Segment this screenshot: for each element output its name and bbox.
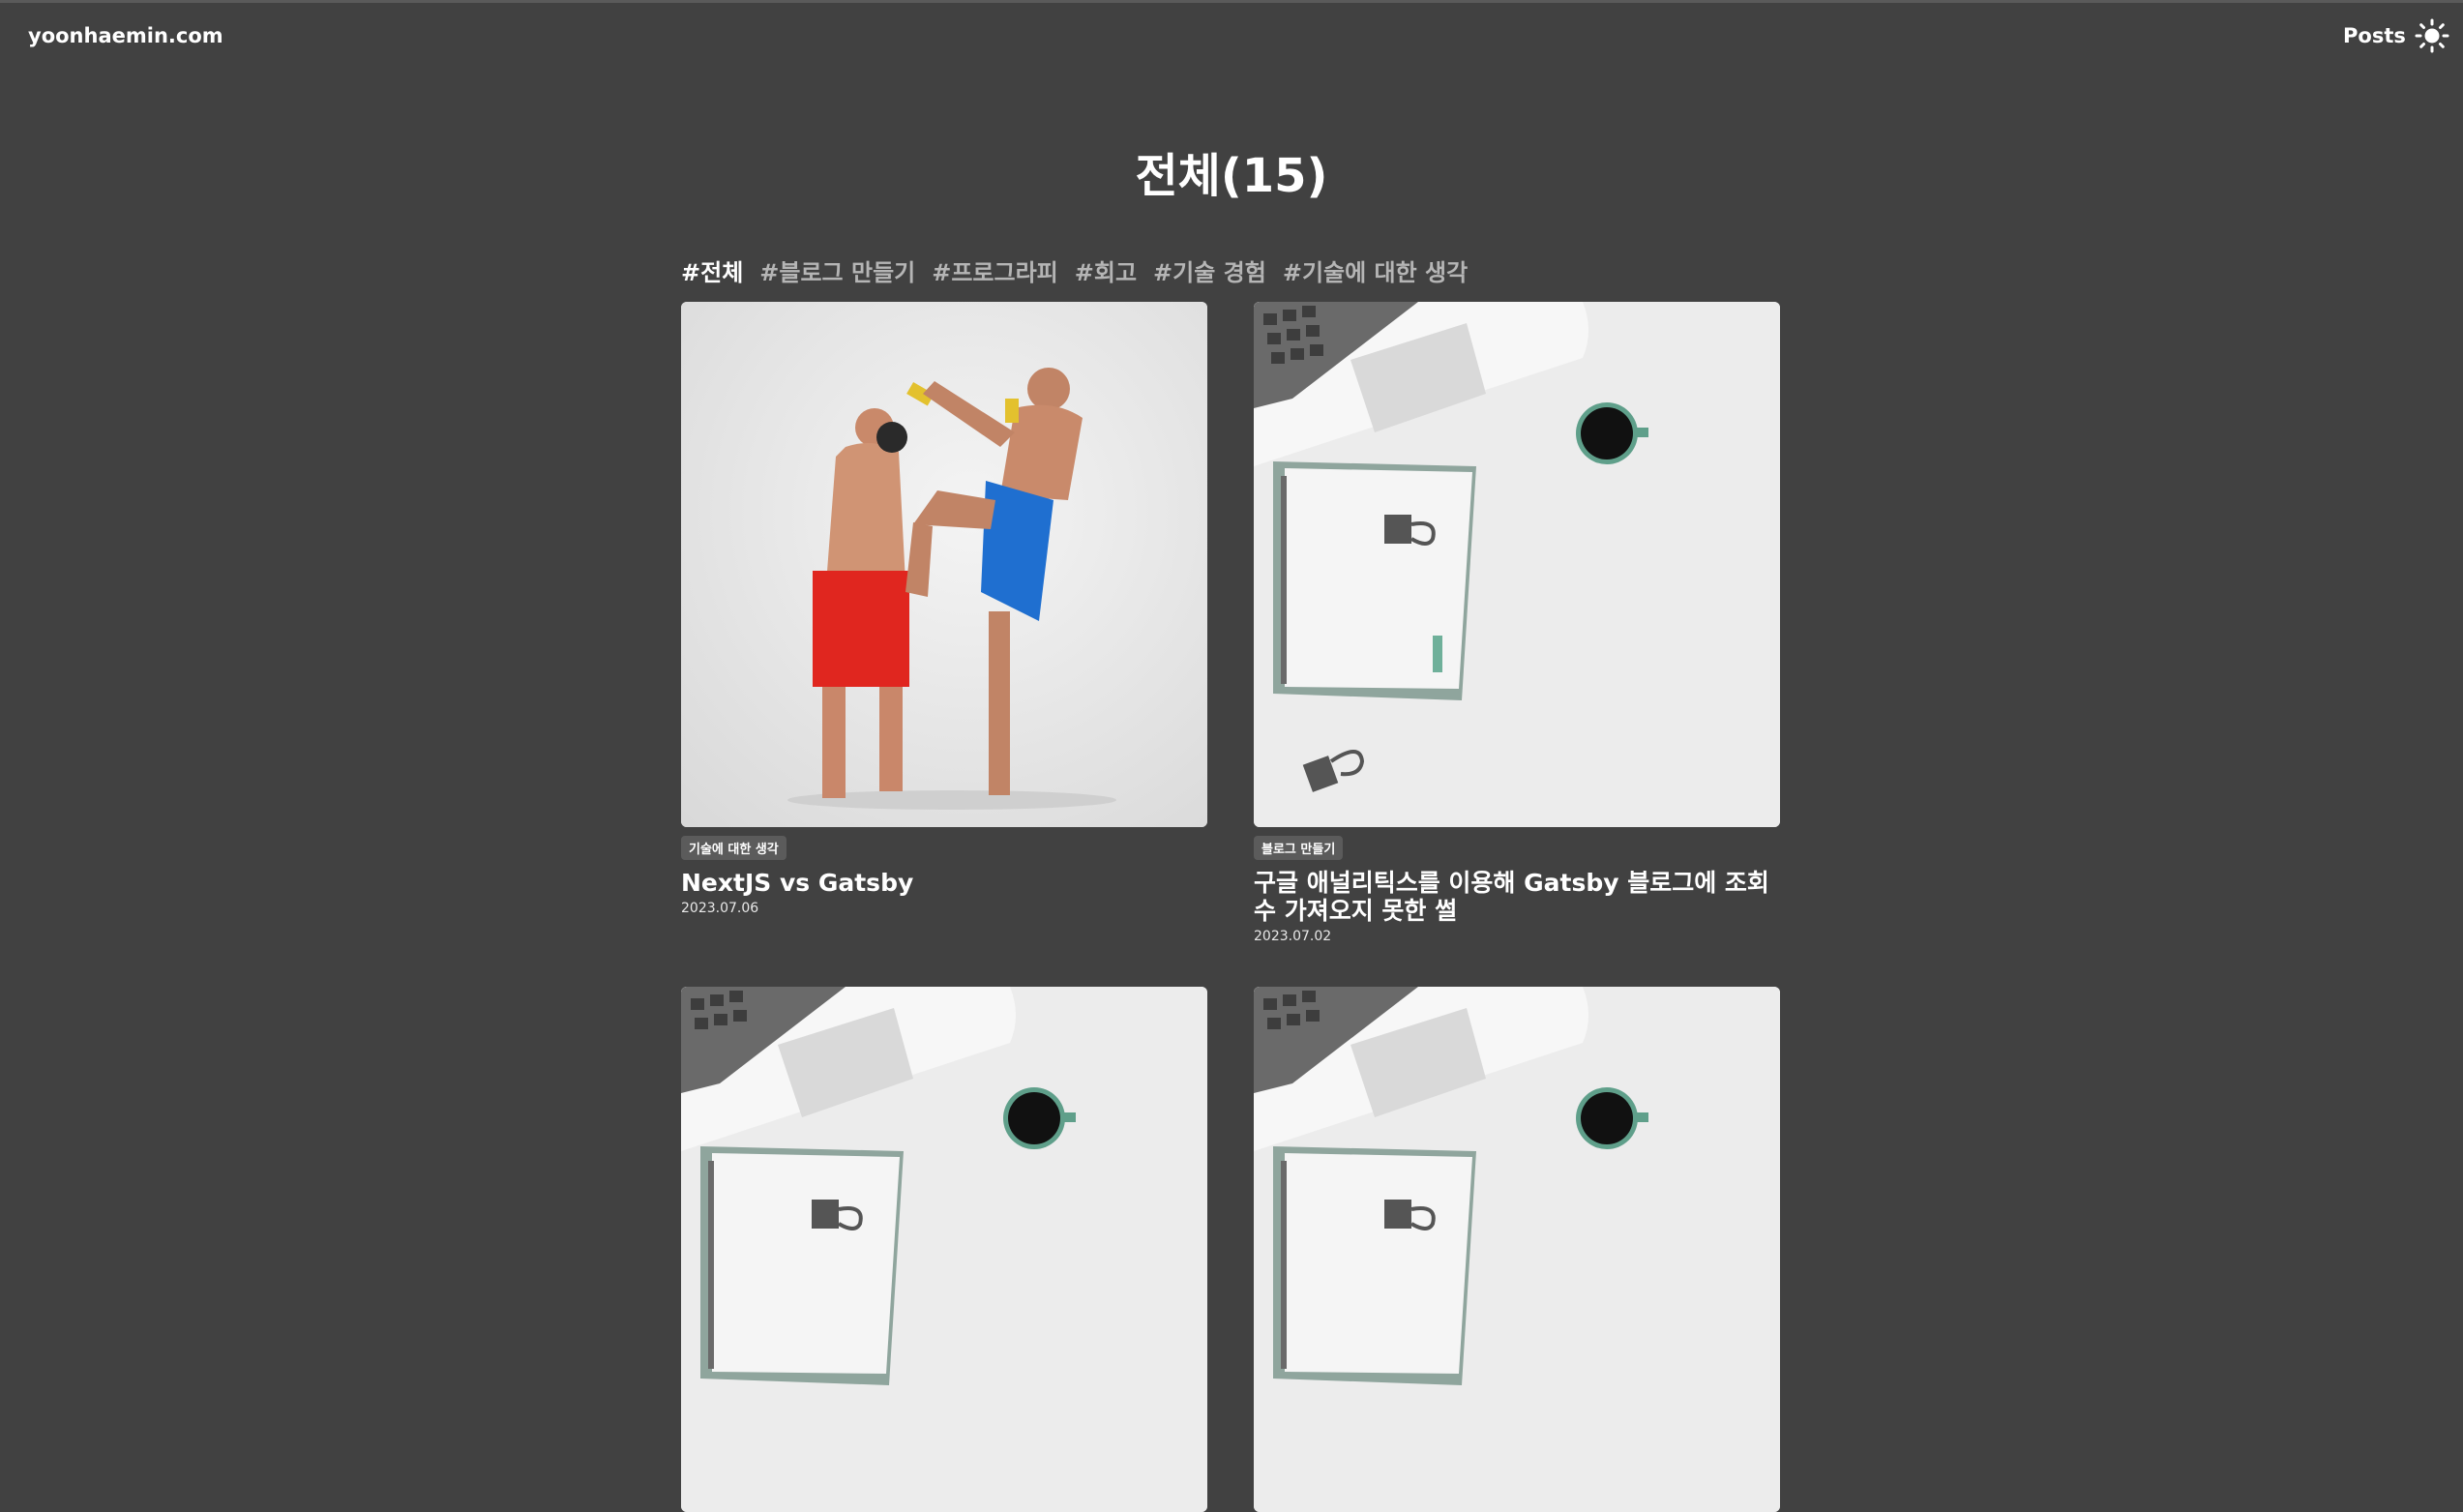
tab-tech-experience[interactable]: #기술 경험	[1153, 253, 1266, 286]
sun-icon[interactable]	[2415, 18, 2449, 53]
tab-blog[interactable]: #블로그 만들기	[759, 253, 915, 286]
category-badge[interactable]: 기술에 대한 생각	[681, 836, 786, 860]
nav-posts-link[interactable]: Posts	[2343, 24, 2406, 47]
post-card[interactable]: 블로그 만들기 구글 애널리틱스를 이용해 Gatsby 블로그에 조회수 가져…	[1254, 302, 1780, 944]
site-logo[interactable]: yoonhaemin.com	[28, 24, 223, 47]
post-date: 2023.07.06	[681, 901, 759, 916]
post-card[interactable]	[681, 987, 1207, 1512]
tab-retrospect[interactable]: #회고	[1075, 253, 1137, 286]
tab-prography[interactable]: #프로그라피	[932, 253, 1058, 286]
post-title[interactable]: 구글 애널리틱스를 이용해 Gatsby 블로그에 조회수 가져오지 못한 썰	[1254, 869, 1780, 925]
category-tabs: #전체 #블로그 만들기 #프로그라피 #회고 #기술 경험 #기술에 대한 생…	[681, 253, 1468, 286]
post-thumbnail[interactable]	[681, 302, 1207, 827]
tab-all[interactable]: #전체	[681, 253, 743, 286]
post-thumbnail[interactable]	[681, 987, 1207, 1512]
post-card[interactable]	[1254, 987, 1780, 1512]
category-badge[interactable]: 블로그 만들기	[1254, 836, 1344, 860]
post-date: 2023.07.02	[1254, 929, 1332, 944]
post-card[interactable]: 기술에 대한 생각 NextJS vs Gatsby 2023.07.06	[681, 302, 1207, 916]
page-title: 전체(15)	[1135, 149, 1328, 203]
tab-tech-thoughts[interactable]: #기술에 대한 생각	[1283, 253, 1468, 286]
post-thumbnail[interactable]	[1254, 302, 1780, 827]
post-thumbnail[interactable]	[1254, 987, 1780, 1512]
site-header: yoonhaemin.com Posts	[0, 3, 2463, 67]
post-title[interactable]: NextJS vs Gatsby	[681, 869, 1207, 897]
